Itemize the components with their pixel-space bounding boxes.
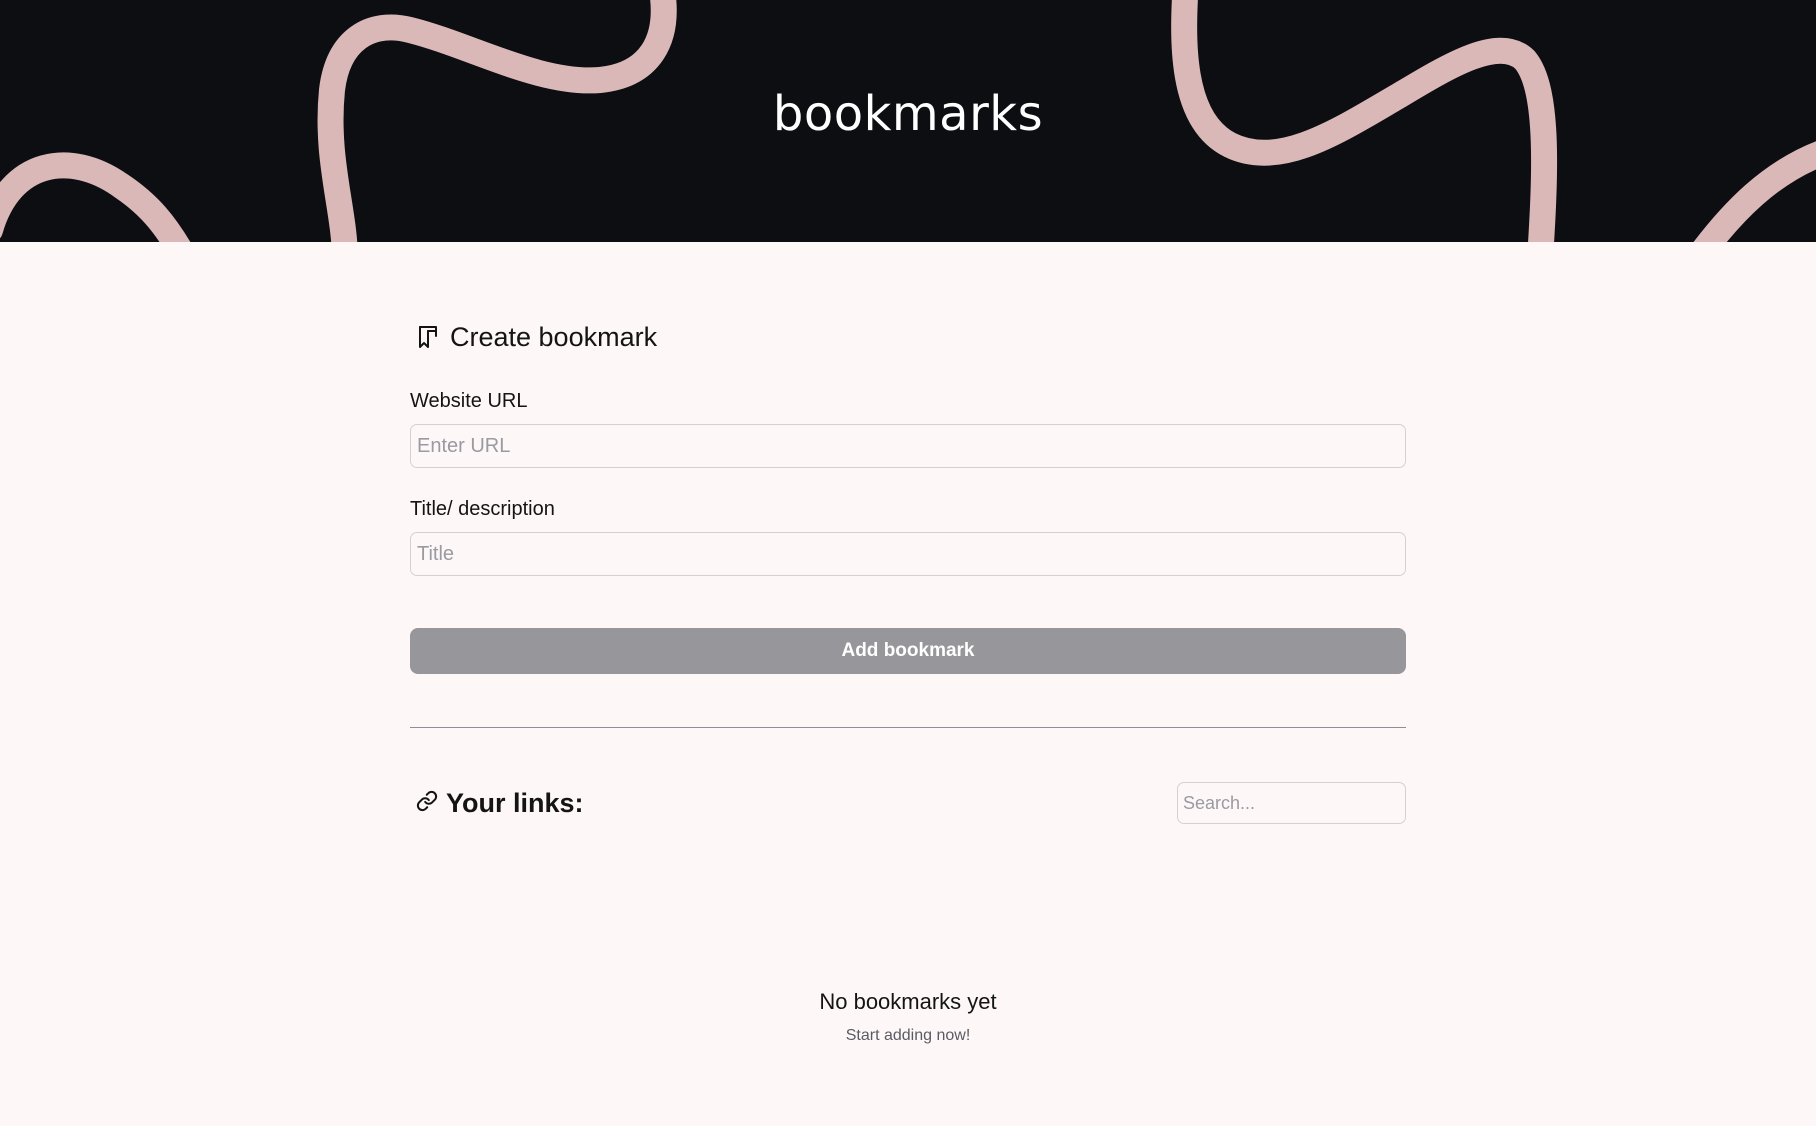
bookmark-icon (416, 325, 440, 349)
create-bookmark-section: Create bookmark Website URL Title/ descr… (410, 320, 1406, 674)
title-input[interactable] (410, 532, 1406, 576)
links-heading: Your links: (416, 788, 584, 819)
empty-state-subtitle: Start adding now! (845, 1027, 971, 1044)
links-title: Your links: (446, 787, 584, 818)
links-header: Your links: (410, 782, 1406, 824)
url-label: Website URL (410, 390, 528, 412)
add-bookmark-button[interactable]: Add bookmark (410, 628, 1406, 674)
links-section: Your links: No bookmarks yet Start addin… (410, 782, 1406, 1045)
link-icon (416, 788, 438, 819)
brand-logo: bookmarks (772, 86, 1044, 142)
empty-state-title: No bookmarks yet (819, 989, 997, 1014)
create-bookmark-title: Create bookmark (450, 321, 658, 352)
url-input[interactable] (410, 424, 1406, 468)
hero-banner: bookmarks (0, 0, 1816, 242)
empty-state: No bookmarks yet Start adding now! (410, 989, 1406, 1045)
section-divider (410, 727, 1406, 728)
main-content: Create bookmark Website URL Title/ descr… (410, 242, 1406, 1045)
create-bookmark-heading: Create bookmark (416, 320, 1406, 354)
title-label: Title/ description (410, 498, 555, 520)
search-input[interactable] (1177, 782, 1406, 824)
